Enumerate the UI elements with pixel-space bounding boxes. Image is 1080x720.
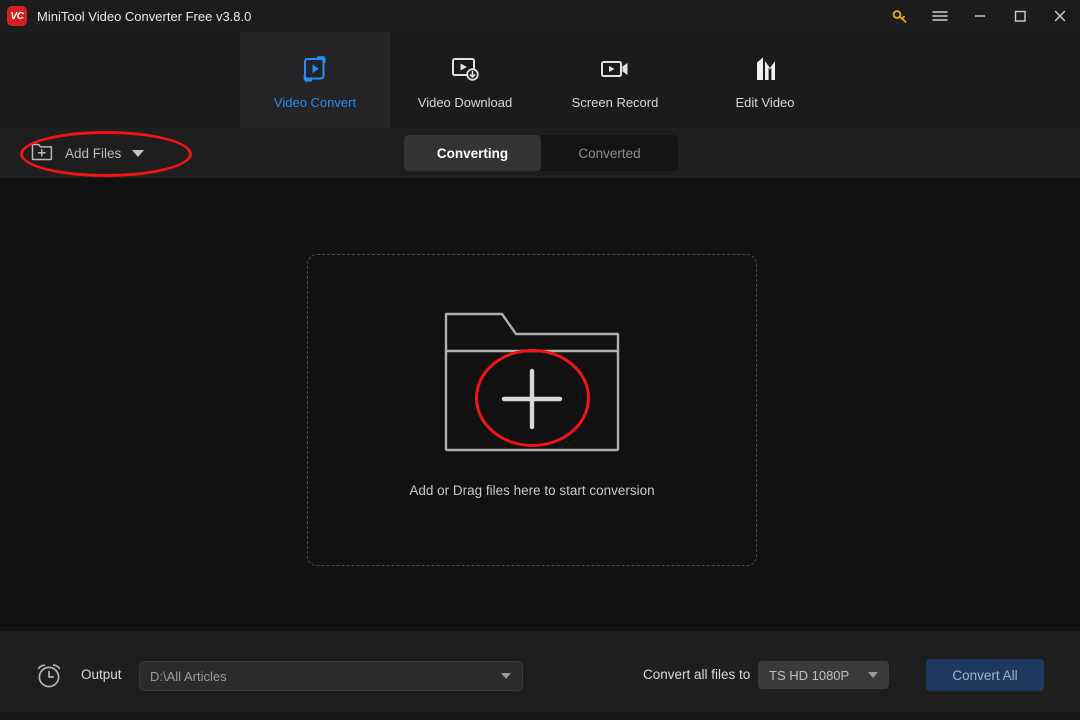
format-select[interactable]: TS HD 1080P [758, 661, 889, 689]
tab-screen-record[interactable]: Screen Record [540, 32, 690, 128]
tab-video-convert[interactable]: Video Convert [240, 32, 390, 128]
app-logo: VC [7, 6, 27, 26]
bottom-edge [0, 712, 1080, 720]
alarm-clock-icon[interactable] [34, 660, 64, 695]
menu-icon[interactable] [920, 0, 960, 32]
add-files-label: Add Files [65, 145, 122, 161]
tab-label: Screen Record [571, 94, 659, 110]
output-path-select[interactable]: D:\All Articles [139, 661, 523, 691]
tab-converted[interactable]: Converted [541, 135, 678, 171]
output-label: Output [81, 667, 122, 682]
convert-all-button[interactable]: Convert All [926, 659, 1044, 691]
add-files-button[interactable]: Add Files [30, 138, 145, 168]
tab-label: Video Download [417, 94, 513, 110]
edit-video-icon [748, 52, 782, 86]
screen-record-icon [598, 52, 632, 86]
tab-video-download[interactable]: Video Download [390, 32, 540, 128]
key-icon[interactable] [880, 0, 920, 32]
app-title: MiniTool Video Converter Free v3.8.0 [37, 8, 252, 24]
title-bar: VC MiniTool Video Converter Free v3.8.0 [0, 0, 1080, 32]
chevron-down-icon[interactable] [501, 673, 511, 679]
drop-zone[interactable]: Add or Drag files here to start conversi… [307, 254, 757, 566]
tab-converting[interactable]: Converting [404, 135, 541, 171]
folder-plus-icon [30, 140, 54, 167]
main-nav: Video Convert Video Download Screen Reco… [0, 32, 1080, 128]
format-value: TS HD 1080P [769, 667, 850, 683]
chevron-down-icon[interactable] [132, 149, 145, 157]
video-download-icon [448, 52, 482, 86]
minimize-icon[interactable] [960, 0, 1000, 32]
chevron-down-icon[interactable] [868, 672, 878, 678]
main-content: Add or Drag files here to start conversi… [0, 178, 1080, 631]
tab-label: Edit Video [735, 94, 795, 110]
tab-label: Video Convert [273, 94, 357, 110]
converting-converted-tabs: Converting Converted [404, 135, 678, 171]
maximize-icon[interactable] [1000, 0, 1040, 32]
drop-zone-text: Add or Drag files here to start conversi… [409, 483, 655, 498]
window-controls [880, 0, 1080, 32]
folder-plus-large-icon [444, 310, 620, 457]
close-icon[interactable] [1040, 0, 1080, 32]
tab-edit-video[interactable]: Edit Video [690, 32, 840, 128]
output-path-value: D:\All Articles [150, 668, 227, 684]
convert-all-files-to-label: Convert all files to [643, 667, 751, 682]
video-convert-icon [298, 52, 332, 86]
